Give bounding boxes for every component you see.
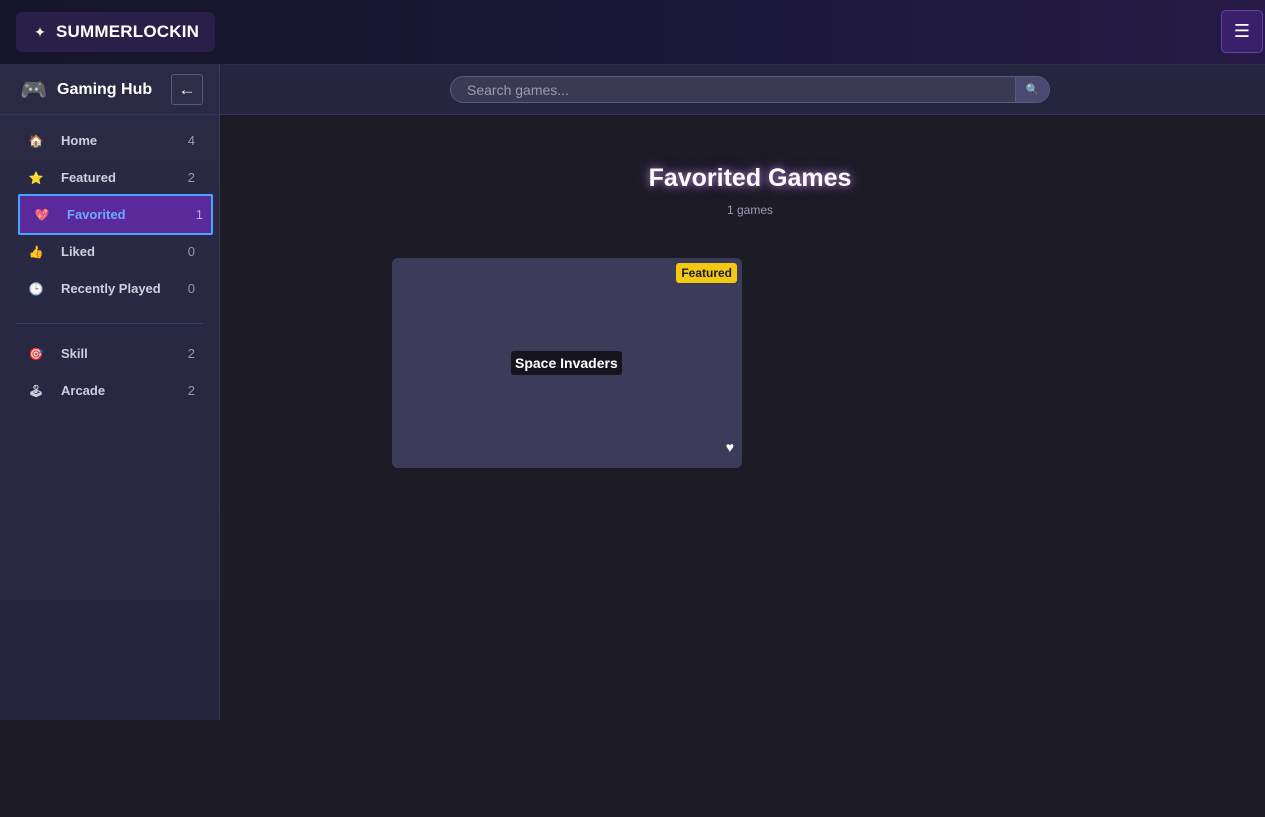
sidebar-header: 🎮 Gaming Hub ← <box>0 65 219 115</box>
page-title: Favorited Games <box>648 164 852 192</box>
sidebar-item-label: Favorited <box>67 207 126 222</box>
sidebar-item-count: 0 <box>187 244 195 259</box>
collapse-sidebar-button[interactable]: ← <box>171 74 203 105</box>
arrow-left-icon: ← <box>178 79 196 99</box>
sidebar-item-count: 2 <box>187 170 195 185</box>
search-box: 🔍 <box>450 76 1050 103</box>
sidebar-item-count: 0 <box>187 281 195 296</box>
menu-button[interactable]: ☰ <box>1221 10 1263 53</box>
sidebar-item-favorited[interactable]: 💖 Favorited 1 <box>18 194 213 235</box>
sidebar-divider <box>16 323 203 324</box>
gamepad-icon: 🎮 <box>20 76 48 102</box>
joystick-icon: 🕹 <box>28 383 44 398</box>
sidebar-item-recently-played[interactable]: 🕒 Recently Played 0 <box>16 270 203 307</box>
hamburger-icon: ☰ <box>1233 21 1251 41</box>
sidebar-item-label: Featured <box>61 170 116 185</box>
sidebar-item-label: Skill <box>61 346 88 361</box>
sidebar-title: Gaming Hub <box>57 80 153 98</box>
sidebar-item-label: Recently Played <box>61 281 161 296</box>
target-icon: 🎯 <box>28 346 44 361</box>
search-header: 🔍 <box>220 65 1265 115</box>
featured-badge: Featured <box>676 263 737 283</box>
game-title: Space Invaders <box>511 351 622 375</box>
heart-icon: 💖 <box>34 207 50 222</box>
sidebar-item-arcade[interactable]: 🕹 Arcade 2 <box>16 372 203 409</box>
top-bar: ✦ SUMMERLOCKIN ☰ <box>0 0 1265 65</box>
sidebar: 🎮 Gaming Hub ← 🏠 Home 4 ⭐ Featured 2 💖 F… <box>0 65 220 720</box>
star-icon: ⭐ <box>28 170 44 185</box>
sidebar-item-count: 1 <box>195 207 203 222</box>
game-card[interactable]: Featured Space Invaders ♥ <box>392 258 742 468</box>
sidebar-item-count: 2 <box>187 383 195 398</box>
sidebar-item-count: 2 <box>187 346 195 361</box>
search-icon: 🔍 <box>1025 84 1040 96</box>
sidebar-nav: 🏠 Home 4 ⭐ Featured 2 💖 Favorited 1 👍 Li… <box>16 122 213 409</box>
brand-title: SUMMERLOCKIN <box>56 22 200 41</box>
sidebar-item-label: Liked <box>61 244 95 259</box>
sidebar-item-label: Arcade <box>61 383 106 398</box>
search-button[interactable]: 🔍 <box>1015 77 1049 102</box>
sidebar-item-home[interactable]: 🏠 Home 4 <box>16 122 203 159</box>
house-icon: 🏠 <box>28 133 44 148</box>
sparkle-icon: ✦ <box>34 23 46 40</box>
sidebar-item-featured[interactable]: ⭐ Featured 2 <box>16 159 203 196</box>
sidebar-item-count: 4 <box>187 133 195 148</box>
sidebar-item-liked[interactable]: 👍 Liked 0 <box>16 233 203 270</box>
sidebar-item-label: Home <box>61 133 98 148</box>
favorite-heart-icon[interactable]: ♥ <box>726 439 734 455</box>
clock-icon: 🕒 <box>28 281 44 296</box>
game-count: 1 games <box>726 203 774 217</box>
thumbs-up-icon: 👍 <box>28 244 44 259</box>
brand-logo[interactable]: ✦ SUMMERLOCKIN <box>16 12 216 52</box>
search-input[interactable] <box>451 77 1015 102</box>
sidebar-item-skill[interactable]: 🎯 Skill 2 <box>16 335 203 372</box>
